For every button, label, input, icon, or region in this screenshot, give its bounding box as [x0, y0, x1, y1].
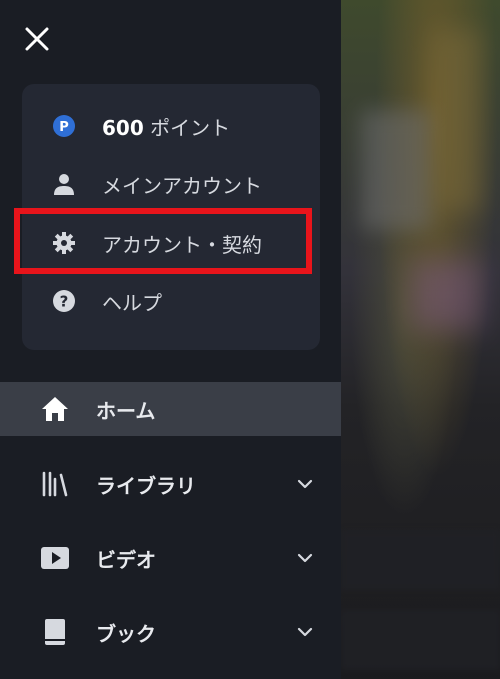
chevron-down-icon[interactable] — [294, 621, 316, 643]
chevron-down-icon[interactable] — [294, 473, 316, 495]
library-icon — [40, 469, 70, 499]
nav-library-label: ライブラリ — [96, 473, 196, 498]
points-label: 600 ポイント — [102, 112, 230, 141]
help-item[interactable]: ? ヘルプ — [22, 279, 320, 323]
nav-book-label: ブック — [96, 621, 156, 646]
background-card — [341, 530, 500, 590]
background-blob — [431, 30, 481, 210]
svg-text:P: P — [59, 120, 69, 135]
points-item[interactable]: P 600 ポイント — [22, 104, 320, 148]
svg-text:?: ? — [60, 293, 69, 311]
main-account-label: メインアカウント — [102, 173, 262, 198]
chevron-down-icon[interactable] — [294, 547, 316, 569]
book-icon — [40, 617, 70, 647]
nav-home-label: ホーム — [96, 398, 156, 423]
help-label: ヘルプ — [102, 290, 162, 315]
person-icon — [52, 172, 76, 196]
gear-icon — [52, 231, 76, 255]
close-button[interactable] — [22, 24, 52, 54]
nav-video-label: ビデオ — [96, 547, 156, 572]
video-icon — [40, 543, 70, 573]
background-blob — [411, 260, 481, 330]
account-card: P 600 ポイント メインアカウント アカウント・契約 ? ヘルプ — [22, 84, 320, 350]
account-contract-label: アカウント・契約 — [102, 232, 262, 257]
points-unit: ポイント — [143, 115, 231, 140]
nav-item-video[interactable]: ビデオ — [0, 531, 341, 585]
background-content — [341, 0, 500, 679]
side-menu-drawer: P 600 ポイント メインアカウント アカウント・契約 ? ヘルプ ホーム ラ… — [0, 0, 341, 679]
points-icon: P — [52, 114, 76, 138]
account-contract-item[interactable]: アカウント・契約 — [22, 221, 320, 265]
nav-item-book[interactable]: ブック — [0, 605, 341, 659]
background-card — [341, 610, 500, 670]
close-icon — [25, 27, 49, 51]
main-account-item[interactable]: メインアカウント — [22, 162, 320, 206]
home-icon — [40, 394, 70, 424]
nav-item-home[interactable]: ホーム — [0, 382, 341, 436]
help-icon: ? — [52, 289, 76, 313]
points-value: 600 — [102, 115, 144, 140]
background-blob — [361, 110, 431, 230]
nav-item-library[interactable]: ライブラリ — [0, 457, 341, 511]
